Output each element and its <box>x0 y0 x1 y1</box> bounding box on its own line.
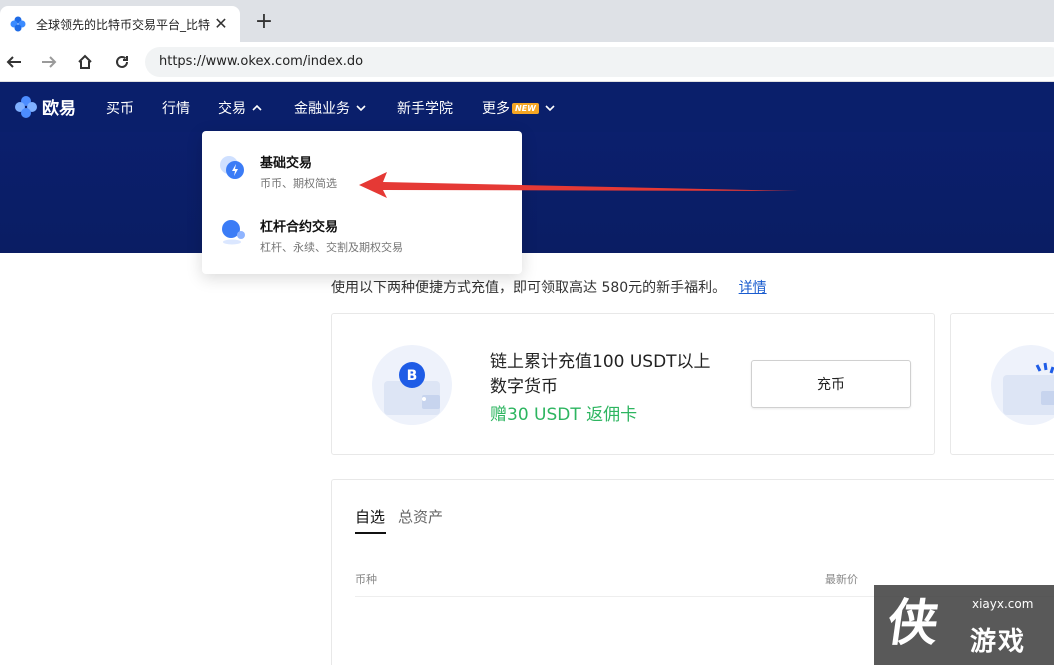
card-condition-line2: 数字货币 <box>490 377 558 397</box>
tab-title: 全球领先的比特币交易平台_比特 <box>36 17 211 32</box>
promo-line: 使用以下两种便捷方式充值，即可领取高达 580元的新手福利。 详情 <box>331 277 767 297</box>
watermark: 侠 xiayx.com 游戏 <box>874 585 1054 665</box>
nav-label: 新手学院 <box>397 101 453 117</box>
browser-tab[interactable]: 全球领先的比特币交易平台_比特 ✕ <box>0 6 240 42</box>
nav-finance[interactable]: 金融业务 <box>294 98 366 118</box>
chevron-down-icon <box>356 105 366 112</box>
nav-label: 更多 <box>482 101 510 117</box>
dropdown-item-title: 杠杆合约交易 <box>260 220 339 235</box>
okex-favicon-icon <box>10 16 26 32</box>
bitcoin-wallet-icon: B <box>372 345 452 425</box>
watermark-logo: 侠 <box>883 594 943 652</box>
promo-text: 使用以下两种便捷方式充值，即可领取高达 580元的新手福利。 <box>331 280 727 296</box>
nav-markets[interactable]: 行情 <box>162 98 190 118</box>
nav-label: 行情 <box>162 101 190 117</box>
annotation-arrow <box>359 172 798 198</box>
dropdown-item-margin-contracts[interactable]: 杠杆合约交易 杠杆、永续、交割及期权交易 <box>202 195 522 259</box>
tab-favorites[interactable]: 自选 <box>355 506 385 527</box>
forward-icon[interactable] <box>37 50 61 74</box>
nav-more[interactable]: 更多 NEW <box>482 98 555 118</box>
deposit-button[interactable]: 充币 <box>751 360 911 408</box>
browser-toolbar: https://www.okex.com/index.do <box>0 42 1054 82</box>
nav-label: 交易 <box>218 101 246 117</box>
nav-academy[interactable]: 新手学院 <box>397 98 453 118</box>
chevron-up-icon <box>252 104 262 111</box>
site-nav: 欧易 买币 行情 交易 金融业务 新手学院 更多 NEW <box>0 82 1054 132</box>
logo-text: 欧易 <box>42 99 76 119</box>
okex-logo-icon <box>15 95 37 118</box>
svg-text:B: B <box>407 368 418 384</box>
nav-trade[interactable]: 交易 <box>218 98 262 118</box>
lightning-bubble-icon <box>220 156 244 179</box>
dropdown-item-subtitle: 杠杆、永续、交割及期权交易 <box>260 241 403 254</box>
reload-icon[interactable] <box>110 50 134 74</box>
watermark-domain: xiayx.com <box>972 597 1034 611</box>
address-bar[interactable]: https://www.okex.com/index.do <box>145 47 1054 77</box>
chevron-down-icon <box>545 105 555 112</box>
deposit-card: B 链上累计充值100 USDT以上 数字货币 赠30 USDT 返佣卡 充币 <box>331 313 935 455</box>
card-condition-line1: 链上累计充值100 USDT以上 <box>490 352 711 372</box>
second-deposit-card <box>950 313 1054 455</box>
new-tab-icon[interactable]: + <box>252 10 276 34</box>
wallet-icon <box>991 345 1054 425</box>
nav-label: 买币 <box>106 101 134 117</box>
dropdown-item-subtitle: 币币、期权简选 <box>260 177 337 190</box>
trade-dropdown: 基础交易 币币、期权简选 杠杆合约交易 杠杆、永续、交割及期权交易 <box>202 131 522 274</box>
promo-details-link[interactable]: 详情 <box>739 280 767 296</box>
browser-tabbar: 全球领先的比特币交易平台_比特 ✕ + <box>0 0 1054 42</box>
site-logo[interactable]: 欧易 <box>14 94 76 119</box>
back-icon[interactable] <box>2 50 26 74</box>
card-bonus: 赠30 USDT 返佣卡 <box>490 405 638 425</box>
leverage-coins-icon <box>222 220 245 245</box>
nav-label: 金融业务 <box>294 101 350 117</box>
tab-total-assets[interactable]: 总资产 <box>398 506 443 527</box>
new-badge: NEW <box>512 102 539 114</box>
dropdown-item-title: 基础交易 <box>260 156 313 171</box>
active-tab-indicator <box>355 532 386 534</box>
nav-buy-crypto[interactable]: 买币 <box>106 98 134 118</box>
watermark-text: 游戏 <box>970 627 1027 657</box>
column-header-price: 最新价 <box>825 573 858 586</box>
close-tab-icon[interactable]: ✕ <box>212 15 230 33</box>
home-icon[interactable] <box>73 50 97 74</box>
column-header-coin: 币种 <box>355 573 377 586</box>
